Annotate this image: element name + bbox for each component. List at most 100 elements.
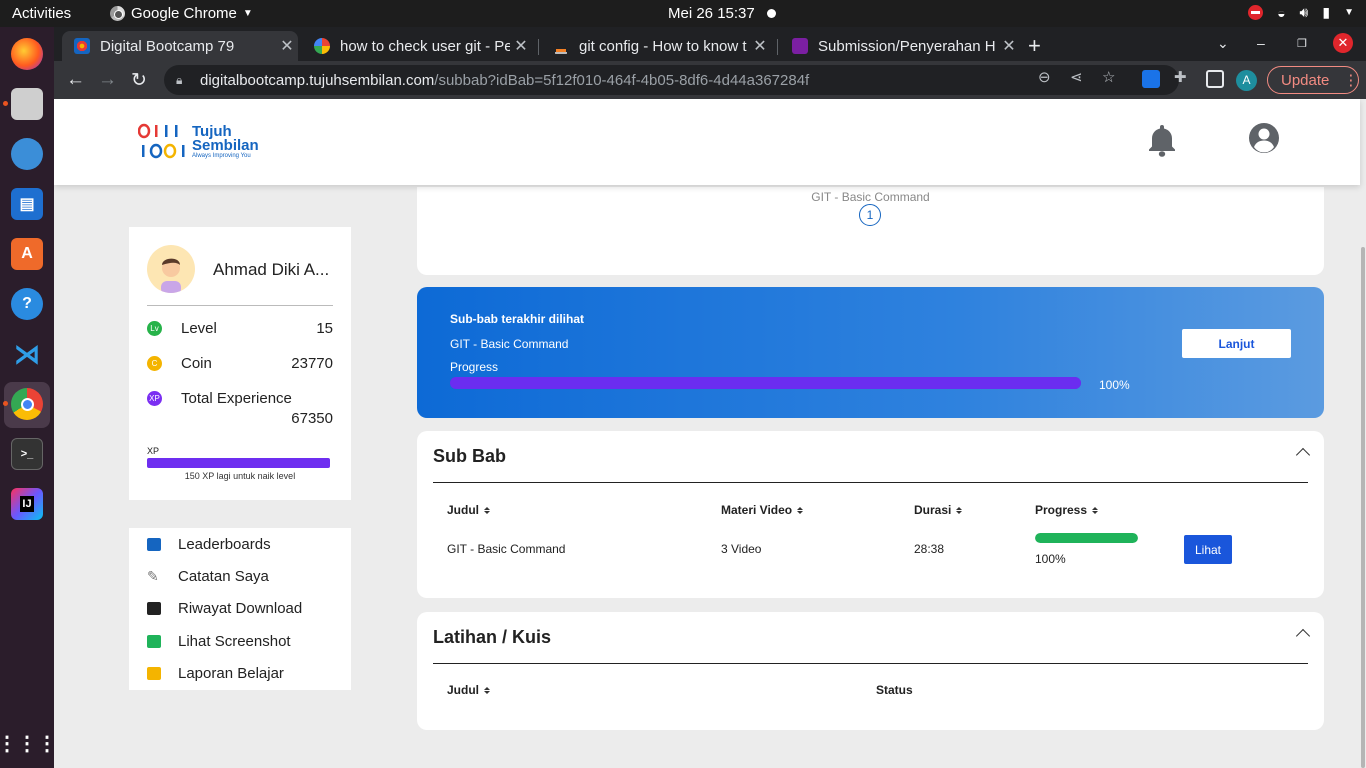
menu-item-leaderboards[interactable]: Leaderboards	[147, 534, 271, 554]
stackoverflow-favicon-icon	[553, 38, 569, 54]
google-favicon-icon	[314, 38, 330, 54]
chrome-icon[interactable]	[11, 388, 43, 420]
column-header-materi-video[interactable]: Materi Video	[721, 503, 804, 517]
terminal-icon[interactable]: >_	[11, 438, 43, 470]
app-menu[interactable]: Google Chrome ▼	[110, 5, 253, 22]
url-path: /subbab?idBab=5f12f010-464f-4b05-8df6-4d…	[434, 71, 810, 89]
divider	[433, 663, 1308, 664]
share-icon[interactable]: ⋖	[1070, 68, 1083, 86]
reload-icon[interactable]: ↻	[131, 69, 147, 92]
side-panel-icon[interactable]	[1206, 70, 1224, 88]
xp-hint: 150 XP lagi untuk naik level	[184, 471, 296, 481]
zoom-icon[interactable]: ⊖	[1038, 68, 1051, 86]
tab-google-search[interactable]: how to check user git - Pe ✕	[302, 31, 532, 61]
last-viewed-banner: Sub-bab terakhir dilihat GIT - Basic Com…	[417, 287, 1324, 418]
tab-submission[interactable]: Submission/Penyerahan H ✕	[780, 31, 1020, 61]
new-tab-button[interactable]: +	[1028, 33, 1041, 59]
back-arrow-icon[interactable]: ←	[66, 69, 85, 91]
panel-title: Sub Bab	[433, 446, 507, 466]
minimize-button[interactable]: –	[1257, 35, 1265, 51]
menu-item-catatan-saya[interactable]: ✎ Catatan Saya	[147, 566, 269, 586]
intellij-icon[interactable]: IJ	[11, 488, 43, 520]
column-header-progress[interactable]: Progress	[1035, 503, 1099, 517]
close-icon[interactable]: ✕	[998, 36, 1020, 56]
close-icon[interactable]: ✕	[510, 36, 532, 56]
row-progress-fill	[1035, 533, 1138, 543]
close-window-button[interactable]: ✕	[1333, 33, 1353, 53]
menu-item-lihat-screenshot[interactable]: Lihat Screenshot	[147, 631, 291, 651]
page-scrollbar[interactable]	[1360, 99, 1366, 768]
sort-icon	[797, 506, 804, 514]
software-center-icon[interactable]: A	[11, 238, 43, 270]
continue-button[interactable]: Lanjut	[1182, 329, 1291, 358]
chart-icon	[147, 537, 161, 551]
menu-item-laporan-belajar[interactable]: Laporan Belajar	[147, 663, 284, 683]
show-apps-icon[interactable]: ⋮⋮⋮	[0, 727, 57, 759]
divider	[433, 482, 1308, 483]
profile-avatar[interactable]: A	[1236, 70, 1257, 91]
banner-progress-bar	[450, 377, 1081, 389]
close-icon[interactable]: ✕	[276, 36, 298, 56]
address-bar[interactable]: 🔒︎ digitalbootcamp.tujuhsembilan.com/sub…	[164, 65, 1179, 95]
system-tray[interactable]: ◒ 🔊︎ ▮ ▼	[1248, 4, 1354, 21]
stat-total-experience: XP Total Experience 67350	[147, 390, 333, 430]
more-menu-icon: ⋮	[1343, 72, 1359, 89]
stat-label: Total Experience	[181, 390, 292, 407]
extensions-puzzle-icon[interactable]: ✚	[1174, 68, 1187, 86]
menu-item-label: Lihat Screenshot	[178, 632, 291, 650]
divider	[147, 305, 333, 306]
step-number[interactable]: 1	[859, 204, 881, 226]
cell-judul: GIT - Basic Command	[447, 542, 566, 556]
side-menu: Leaderboards ✎ Catatan Saya Riwayat Down…	[129, 528, 351, 690]
column-header-judul[interactable]: Judul	[447, 503, 490, 517]
thunderbird-icon[interactable]	[11, 138, 43, 170]
scrollbar-thumb[interactable]	[1361, 247, 1365, 768]
tab-title: git config - How to know t	[579, 37, 747, 55]
activities-button[interactable]: Activities	[12, 5, 71, 22]
volume-icon: 🔊︎	[1299, 4, 1309, 20]
sort-icon	[484, 686, 490, 694]
row-progress-percent: 100%	[1035, 552, 1066, 566]
extension-shield-icon[interactable]	[1142, 70, 1160, 88]
files-icon[interactable]	[11, 88, 43, 120]
menu-item-riwayat-download[interactable]: Riwayat Download	[147, 598, 302, 618]
menu-item-label: Riwayat Download	[178, 599, 303, 617]
banner-progress-fill	[450, 377, 1081, 389]
pencil-icon: ✎	[147, 567, 159, 584]
column-header-status[interactable]: Status	[876, 683, 913, 697]
cell-materi-video: 3 Video	[721, 542, 762, 556]
tab-stackoverflow[interactable]: git config - How to know t ✕	[541, 31, 771, 61]
update-button[interactable]: Update ⋮	[1267, 66, 1359, 94]
writer-icon[interactable]: ▤	[11, 188, 43, 220]
row-progress-bar	[1035, 533, 1138, 543]
bookmark-star-icon[interactable]: ☆	[1102, 68, 1115, 86]
view-button[interactable]: Lihat	[1184, 535, 1232, 564]
tab-separator	[538, 39, 539, 55]
user-account-icon[interactable]	[1249, 123, 1279, 153]
site-logo[interactable]: Tujuh Sembilan Always Improving You	[138, 123, 259, 161]
column-header-judul[interactable]: Judul	[447, 683, 490, 697]
bell-icon[interactable]	[1148, 123, 1176, 157]
level-icon: Lv	[147, 321, 162, 336]
chevron-down-icon: ▼	[1344, 7, 1354, 18]
logo-text: Tujuh Sembilan Always Improving You	[192, 124, 259, 160]
firefox-icon[interactable]	[11, 38, 43, 70]
sort-icon	[1092, 506, 1099, 514]
column-header-durasi[interactable]: Durasi	[914, 503, 963, 517]
do-not-disturb-icon	[1248, 5, 1264, 20]
tab-search-icon[interactable]: ⌄	[1217, 35, 1229, 52]
list-favicon-icon	[792, 38, 808, 54]
panel-title: Latihan / Kuis	[433, 627, 552, 647]
chevron-up-icon[interactable]	[1295, 628, 1311, 644]
forward-arrow-icon[interactable]: →	[98, 69, 117, 91]
help-icon[interactable]: ?	[11, 288, 43, 320]
maximize-button[interactable]: ❐	[1297, 37, 1307, 50]
stat-value: 23770	[291, 355, 333, 372]
close-icon[interactable]: ✕	[749, 36, 771, 56]
sub-bab-panel: Sub Bab Judul Materi Video Durasi Progre…	[417, 431, 1324, 598]
column-header-label: Progress	[1035, 503, 1088, 517]
tab-digital-bootcamp[interactable]: Digital Bootcamp 79 ✕	[62, 31, 298, 61]
clock[interactable]: Mei 26 15:37	[668, 5, 755, 22]
chevron-up-icon[interactable]	[1295, 447, 1311, 463]
vscode-icon[interactable]: ⋊	[11, 338, 43, 370]
